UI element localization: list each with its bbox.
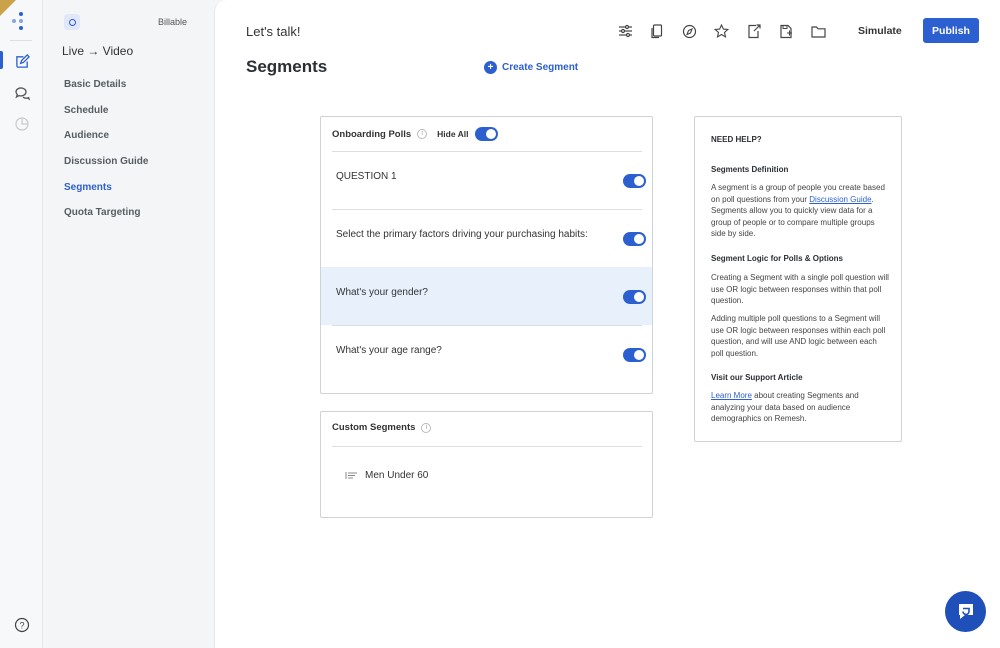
help-paragraph: A segment is a group of people you creat… [711, 182, 889, 240]
segment-item[interactable]: Men Under 60 [345, 470, 428, 481]
copy-icon[interactable] [641, 22, 673, 40]
chat-bubbles-icon[interactable] [13, 84, 31, 102]
custom-segments-card: Custom Segments i Men Under 60 [320, 411, 653, 518]
help-icon[interactable]: ? [13, 616, 31, 634]
pie-chart-icon[interactable] [13, 115, 31, 133]
question-text: Select the primary factors driving your … [336, 229, 588, 240]
info-icon[interactable]: i [421, 422, 432, 433]
question-text: What's your age range? [336, 345, 442, 356]
sliders-icon[interactable] [609, 22, 641, 40]
sidebar-item-schedule[interactable]: Schedule [64, 104, 148, 130]
toolbar [609, 22, 834, 40]
rail-active-indicator [0, 51, 3, 69]
export-icon[interactable] [738, 22, 770, 40]
custom-segments-header: Custom Segments i [332, 422, 432, 433]
help-paragraph: Creating a Segment with a single poll qu… [711, 273, 889, 306]
poll-question-row: What's your age range? [321, 325, 652, 383]
sidebar-item-basic-details[interactable]: Basic Details [64, 78, 148, 104]
help-heading: Segment Logic for Polls & Options [711, 254, 844, 263]
poll-question-row: Select the primary factors driving your … [321, 209, 652, 267]
question-text: What's your gender? [336, 287, 428, 298]
help-paragraph: Learn More about creating Segments and a… [711, 390, 889, 425]
create-segment-button[interactable]: + Create Segment [484, 61, 578, 74]
chat-support-icon [958, 603, 973, 619]
folder-icon[interactable] [802, 22, 834, 40]
sidebar-item-audience[interactable]: Audience [64, 129, 148, 155]
segment-label: Men Under 60 [365, 470, 429, 481]
poll-question-row: What's your gender? [321, 267, 652, 325]
plus-icon: + [484, 61, 497, 74]
question-toggle[interactable] [623, 174, 646, 188]
question-toggle[interactable] [623, 348, 646, 362]
question-toggle[interactable] [623, 290, 646, 304]
svg-text:?: ? [19, 621, 24, 631]
app-logo-icon[interactable] [12, 12, 30, 30]
hide-all-label: Hide All [437, 129, 469, 139]
discussion-guide-link[interactable]: Discussion Guide [809, 195, 871, 204]
edit-icon[interactable] [13, 52, 31, 70]
compass-icon[interactable] [673, 22, 705, 40]
polls-title: Onboarding Polls [332, 128, 412, 140]
support-chat-button[interactable] [945, 591, 986, 632]
main-panel: Let's talk! Segments + Create Segment Si… [214, 0, 1000, 648]
settings-sidebar: Billable Live → Video Basic Details Sche… [43, 0, 211, 648]
help-heading: Visit our Support Article [711, 373, 803, 382]
info-icon[interactable]: i [417, 129, 428, 139]
sidebar-item-discussion-guide[interactable]: Discussion Guide [64, 155, 148, 181]
conversation-title: Let's talk! [246, 24, 301, 39]
sidebar-menu: Basic Details Schedule Audience Discussi… [64, 78, 148, 232]
billable-icon [64, 14, 80, 30]
learn-more-link[interactable]: Learn More [711, 391, 752, 400]
polls-header: Onboarding Polls i Hide All [332, 127, 498, 141]
publish-button[interactable]: Publish [923, 18, 979, 43]
save-icon[interactable] [770, 22, 802, 40]
project-title: Live → Video [62, 44, 134, 58]
help-heading: Segments Definition [711, 165, 789, 174]
help-paragraph: Adding multiple poll questions to a Segm… [711, 314, 886, 358]
help-panel: NEED HELP? Segments Definition A segment… [694, 116, 902, 442]
question-toggle[interactable] [623, 232, 646, 246]
custom-segments-title: Custom Segments [332, 422, 416, 433]
divider [332, 446, 642, 447]
hide-all-toggle[interactable] [474, 127, 498, 141]
billable-label: Billable [158, 17, 188, 27]
star-icon[interactable] [706, 22, 738, 40]
help-title: NEED HELP? [711, 135, 762, 144]
drag-handle-icon[interactable] [345, 471, 358, 480]
rail-divider [10, 40, 32, 41]
app-rail: ? [0, 0, 43, 648]
sidebar-item-quota-targeting[interactable]: Quota Targeting [64, 206, 148, 232]
page-title: Segments [246, 57, 328, 76]
poll-question-row: QUESTION 1 [321, 151, 652, 209]
create-segment-label: Create Segment [502, 62, 579, 73]
onboarding-polls-card: Onboarding Polls i Hide All QUESTION 1 S… [320, 116, 653, 394]
question-text: QUESTION 1 [336, 171, 397, 182]
sidebar-item-segments[interactable]: Segments [64, 181, 148, 207]
simulate-button[interactable]: Simulate [858, 25, 902, 37]
